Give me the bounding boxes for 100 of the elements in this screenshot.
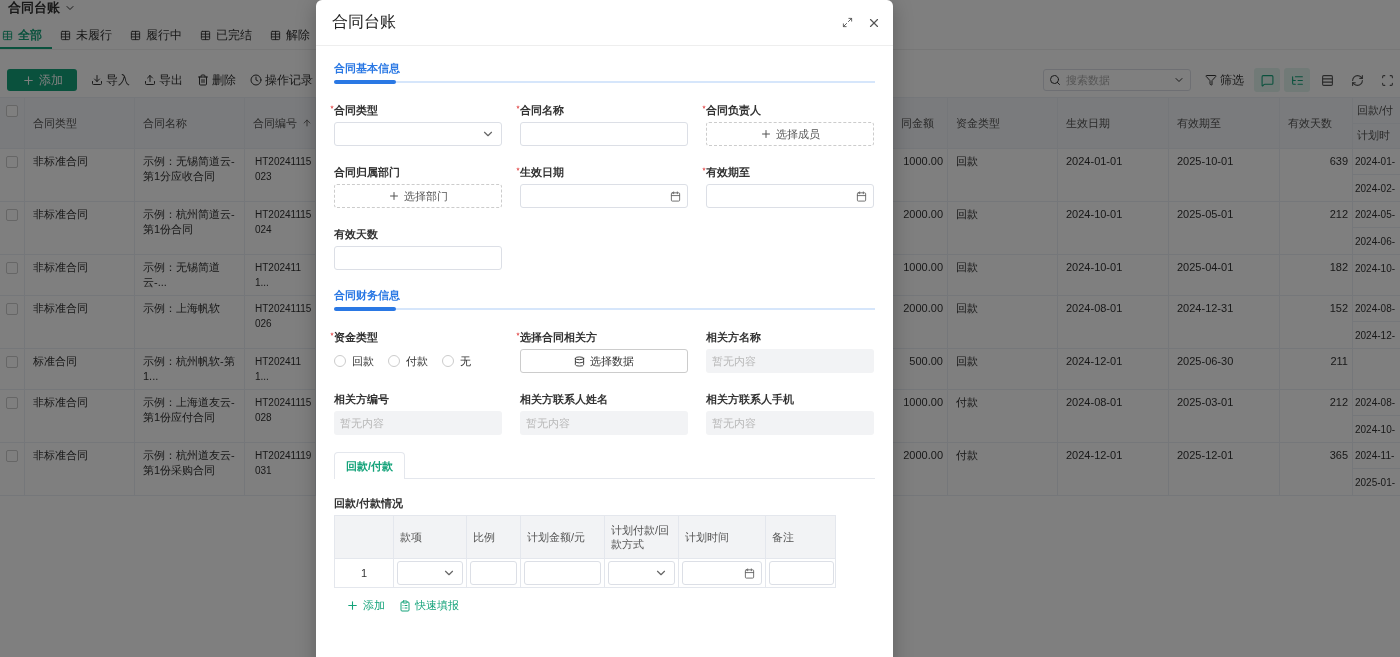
modal-title: 合同台账	[332, 12, 396, 32]
view-tab[interactable]: 未履行	[58, 24, 122, 49]
table-cell: 示例：杭州道友云-第1份采购合同	[143, 449, 235, 476]
text-field[interactable]	[334, 246, 502, 270]
checkbox[interactable]	[6, 356, 18, 368]
field-label: 合同类型	[334, 103, 378, 118]
text-field[interactable]	[524, 561, 601, 585]
table-cell: 2024-12-	[1355, 329, 1396, 341]
column-header: 计划付款/回款方式	[605, 516, 679, 558]
radio-button[interactable]	[334, 355, 346, 367]
table-cell: 2025-12-01	[1177, 449, 1234, 461]
date-field[interactable]	[682, 561, 762, 585]
radio-button[interactable]	[442, 355, 454, 367]
table-cell: 非标准合同	[33, 449, 88, 461]
table-cell: 2024-10-	[1355, 262, 1396, 274]
view-tab[interactable]: 履行中	[128, 24, 192, 49]
clipboard-icon	[399, 599, 411, 612]
select-field[interactable]	[397, 561, 463, 585]
table-cell: 212	[1329, 208, 1348, 220]
upload-icon	[144, 74, 156, 86]
table-cell: 2024-10-	[1355, 423, 1396, 435]
table-cell: HT2024111...	[255, 262, 301, 288]
form-tab[interactable]: 回款/付款	[334, 452, 406, 479]
select-field[interactable]	[608, 561, 675, 585]
field-label: 相关方联系人手机	[706, 392, 794, 407]
picker-button[interactable]: 选择成员	[706, 122, 874, 146]
download-icon	[91, 74, 103, 86]
checkbox[interactable]	[6, 397, 18, 409]
table-cell: 2024-12-31	[1177, 302, 1234, 314]
checkbox[interactable]	[6, 209, 18, 221]
field-label: 相关方联系人姓名	[520, 392, 608, 407]
column-header: 计划时间	[679, 516, 766, 558]
tool-button[interactable]	[1254, 68, 1280, 92]
add-row-button[interactable]: 添加	[346, 598, 385, 613]
text-field[interactable]	[769, 561, 834, 585]
radio-button[interactable]	[388, 355, 400, 367]
select-field[interactable]	[334, 122, 502, 146]
subtable-title: 回款/付款情况	[334, 496, 405, 510]
column-header: 回款/付	[1353, 98, 1400, 124]
table-cell: 212	[1329, 396, 1348, 408]
table-cell: 示例：无锡简道云-第1分应收合同	[143, 155, 235, 182]
table-cell: 2025-05-01	[1177, 208, 1234, 220]
table-cell: 2025-04-01	[1177, 261, 1234, 273]
column-header: 计划时	[1356, 128, 1391, 144]
text-field[interactable]	[470, 561, 517, 585]
select-data-button[interactable]: 选择数据	[520, 349, 688, 373]
table-cell: 2024-10-01	[1066, 261, 1123, 273]
field-label: 相关方编号	[334, 392, 389, 407]
radio-label: 回款	[352, 353, 374, 369]
toolbar-button[interactable]: 导入	[87, 69, 136, 91]
view-tab[interactable]: 已完结	[198, 24, 262, 49]
table-cell: 2024-01-	[1355, 156, 1396, 167]
table-cell: 非标准合同	[33, 396, 88, 408]
comment-icon	[1260, 73, 1274, 87]
column-header: 比例	[467, 516, 521, 558]
table-cell: 2024-08-	[1355, 397, 1396, 408]
table-cell: 2024-06-	[1355, 235, 1396, 247]
sort-arrow-icon[interactable]	[302, 118, 312, 128]
table-cell: 2000.00	[903, 208, 943, 220]
add-button[interactable]: 添加	[7, 69, 77, 91]
column-header: 备注	[771, 530, 795, 545]
checkbox[interactable]	[6, 156, 18, 168]
table-cell: 2024-01-01	[1066, 155, 1123, 167]
date-field[interactable]	[706, 184, 874, 208]
calendar-icon	[670, 190, 681, 202]
table-cell: 示例：无锡简道云-...	[143, 261, 220, 288]
checkbox[interactable]	[6, 450, 18, 462]
expand-button[interactable]	[840, 15, 855, 30]
column-header: 有效天数	[1288, 115, 1332, 131]
table-cell: 示例：杭州简道云-第1份合同	[143, 208, 235, 235]
row-number: 1	[359, 567, 369, 579]
radio-label: 无	[460, 353, 471, 369]
checkbox[interactable]	[6, 105, 18, 117]
tool-button[interactable]	[1284, 68, 1310, 92]
table-cell: 付款	[956, 396, 978, 408]
table-cell: 示例：上海帆软	[143, 302, 220, 314]
table-cell: 2024-05-	[1355, 209, 1396, 220]
field-label: 合同名称	[520, 103, 564, 118]
table-cell: 500.00	[909, 355, 943, 367]
toolbar-button[interactable]: 操作记录	[246, 69, 319, 91]
field-label: 合同归属部门	[334, 165, 400, 180]
table-cell: HT20241115028	[255, 397, 312, 423]
toolbar-button[interactable]: 导出	[140, 69, 189, 91]
date-field[interactable]	[520, 184, 688, 208]
table-cell: 1000.00	[903, 261, 943, 273]
table-cell: 2025-01-	[1355, 476, 1396, 488]
radio-label: 付款	[406, 353, 428, 369]
view-tab[interactable]: 全部	[0, 24, 52, 49]
quick-fill-button[interactable]: 快速填报	[399, 598, 459, 613]
picker-button[interactable]: 选择部门	[334, 184, 502, 208]
table-cell: 回款	[956, 261, 978, 273]
table-cell: 回款	[956, 155, 978, 167]
text-field[interactable]	[520, 122, 688, 146]
filter-button[interactable]: 筛选	[1201, 69, 1250, 91]
toolbar-button[interactable]: 删除	[193, 69, 242, 91]
search-icon	[1049, 74, 1061, 86]
view-tab[interactable]: 解除	[268, 24, 320, 49]
checkbox[interactable]	[6, 262, 18, 274]
checkbox[interactable]	[6, 303, 18, 315]
table-cell: 211	[1330, 355, 1348, 367]
